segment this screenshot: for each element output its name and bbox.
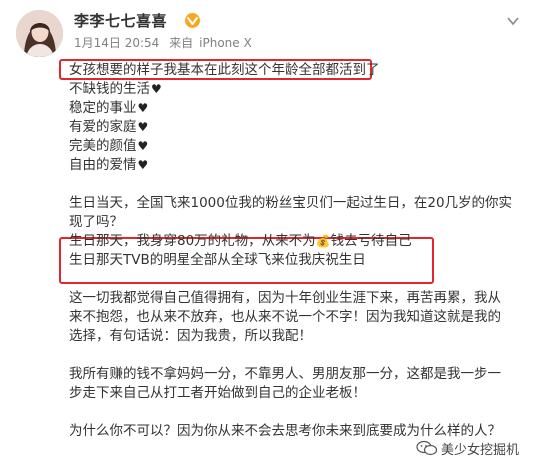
post-line-text: 稳定的事业 (69, 100, 137, 116)
heart-icon: ♥ (137, 120, 149, 134)
post-line: 有爱的家庭♥ (69, 118, 514, 137)
post-line: 女孩想要的样子我基本在此刻这个年龄全部都活到了 (69, 62, 380, 78)
username[interactable]: 李李七七喜喜 (74, 10, 167, 31)
watermark-text: 美少女挖掘机 (441, 442, 520, 458)
post-line: 生日那天TVB的明星全部从全球飞来位我庆祝生日 (69, 252, 366, 268)
heart-icon: ♥ (151, 82, 162, 96)
vip-verified-icon (185, 13, 200, 28)
post-paragraph: 我所有赚的钱不拿妈妈一分，不靠男人、男朋友那一分，这都是我一步一步走下来自己从打… (69, 366, 501, 401)
post-line-text: 自由的爱情 (69, 157, 137, 173)
post-meta: 1月14日 20:54 来自 iPhone X (74, 34, 258, 51)
post-paragraph: 这一切我都觉得自己值得拥有，因为十年创业生涯下来，再苦再累，我从来不抱怨，也从来… (69, 290, 501, 344)
watermark: 美少女挖掘机 (412, 437, 524, 459)
post-date[interactable]: 1月14日 20:54 (74, 36, 159, 50)
source-prefix: 来自 (169, 36, 194, 50)
post-line-text: 生日那天，我身穿80万的礼物，从来不为 (69, 233, 316, 249)
post-line-text: 钱去亏待自己 (330, 233, 412, 249)
post-paragraph: 生日当天，全国飞来1000位我的粉丝宝贝们一起过生日，在20几岁的你实现了吗？ (69, 195, 513, 230)
wechat-icon (416, 440, 438, 456)
avatar[interactable] (16, 10, 63, 57)
post-line: 生日那天，我身穿80万的礼物，从来不为💰钱去亏待自己 (69, 232, 514, 251)
post-line-text: 不缺钱的生活 (69, 81, 150, 97)
money-bag-icon: 💰 (315, 234, 331, 248)
post-line-text: 有爱的家庭 (69, 119, 137, 135)
post-content: 女孩想要的样子我基本在此刻这个年龄全部都活到了 不缺钱的生活♥ 稳定的事业♥ 有… (69, 61, 514, 441)
heart-icon: ♥ (137, 101, 149, 115)
post-source[interactable]: iPhone X (199, 36, 252, 50)
post-line: 自由的爱情♥ (69, 156, 514, 175)
post-line: 不缺钱的生活♥ (69, 80, 514, 99)
post-line-text: 完美的颜值 (69, 138, 137, 154)
chevron-down-icon[interactable] (506, 14, 520, 28)
heart-icon: ♥ (137, 139, 149, 153)
avatar-image (16, 10, 63, 57)
heart-icon: ♥ (137, 158, 149, 172)
post-line: 稳定的事业♥ (69, 99, 514, 118)
post-line: 完美的颜值♥ (69, 137, 514, 156)
